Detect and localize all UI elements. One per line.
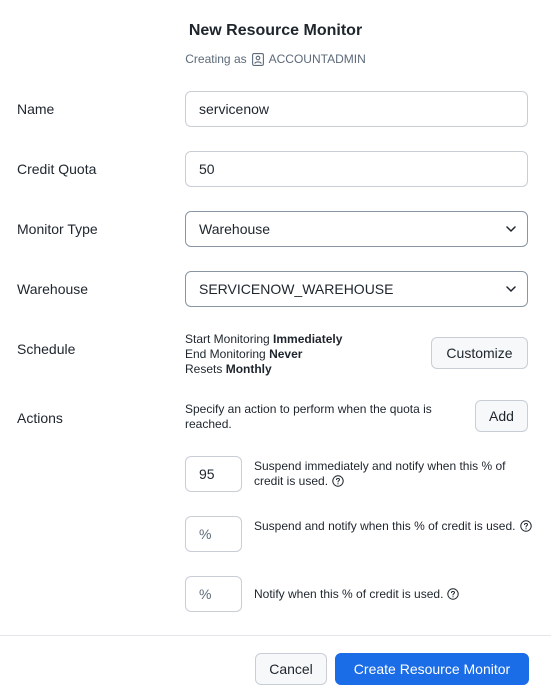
schedule-summary: Start Monitoring Immediately End Monitor… xyxy=(185,332,342,377)
create-resource-monitor-button[interactable]: Create Resource Monitor xyxy=(335,653,529,685)
action-1-percent-input[interactable] xyxy=(185,456,242,492)
warehouse-label: Warehouse xyxy=(17,281,89,297)
credit-quota-input[interactable] xyxy=(185,151,528,187)
action-3-percent-input[interactable] xyxy=(185,576,242,612)
schedule-label: Schedule xyxy=(17,341,76,357)
chevron-down-icon xyxy=(506,226,516,232)
creating-as-label: Creating as xyxy=(185,52,247,66)
question-circle-icon[interactable] xyxy=(519,520,532,532)
customize-button[interactable]: Customize xyxy=(431,337,528,369)
schedule-start: Start Monitoring Immediately xyxy=(185,332,343,346)
role-name: ACCOUNTADMIN xyxy=(268,52,366,66)
schedule-resets: Resets Monthly xyxy=(185,362,272,376)
action-1-description: Suspend immediately and notify when this… xyxy=(254,459,506,488)
name-input[interactable] xyxy=(185,91,528,127)
question-circle-icon[interactable] xyxy=(447,588,460,600)
name-label: Name xyxy=(17,101,55,117)
creating-as-line: Creating as ACCOUNTADMIN xyxy=(0,52,551,66)
chevron-down-icon xyxy=(506,286,516,292)
user-badge-icon xyxy=(251,52,264,66)
action-2-description: Suspend and notify when this % of credit… xyxy=(254,519,534,534)
question-circle-icon[interactable] xyxy=(332,475,344,487)
actions-description: Specify an action to perform when the qu… xyxy=(185,402,432,431)
monitor-type-value: Warehouse xyxy=(199,221,271,237)
credit-quota-label: Credit Quota xyxy=(17,161,97,177)
cancel-button[interactable]: Cancel xyxy=(255,653,327,685)
monitor-type-select[interactable]: Warehouse xyxy=(185,211,528,247)
action-2-percent-input[interactable] xyxy=(185,516,242,552)
footer-divider xyxy=(0,635,551,636)
add-action-button[interactable]: Add xyxy=(475,400,528,432)
warehouse-select[interactable]: SERVICENOW_WAREHOUSE xyxy=(185,271,528,307)
actions-label: Actions xyxy=(17,410,63,426)
warehouse-value: SERVICENOW_WAREHOUSE xyxy=(199,281,394,297)
monitor-type-label: Monitor Type xyxy=(17,221,98,237)
schedule-end: End Monitoring Never xyxy=(185,347,303,361)
action-3-description: Notify when this % of credit is used. xyxy=(254,587,534,602)
dialog-title: New Resource Monitor xyxy=(188,22,363,39)
